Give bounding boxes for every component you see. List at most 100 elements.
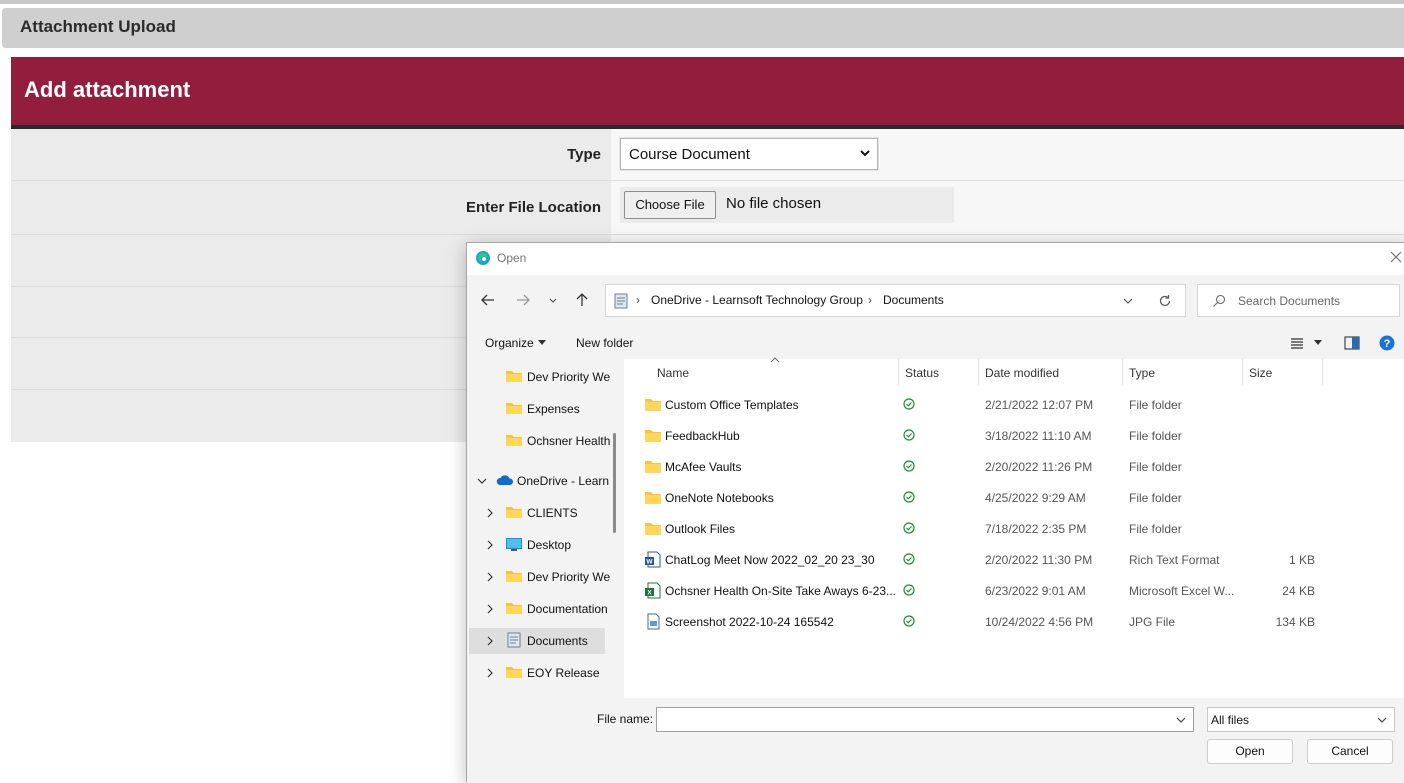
breadcrumb-onedrive[interactable]: OneDrive - Learnsoft Technology Group bbox=[651, 293, 863, 307]
sort-ascending-icon bbox=[770, 357, 780, 363]
nav-item-documentation[interactable]: Documentation bbox=[469, 596, 608, 622]
column-header-date-modified[interactable]: Date modified bbox=[985, 366, 1059, 380]
nav-item-eoy-release[interactable]: EOY Release bbox=[469, 660, 605, 686]
folder-icon bbox=[506, 603, 522, 614]
type-select[interactable]: Course Document bbox=[620, 138, 878, 170]
table-row[interactable]: Outlook Files 7/18/2022 2:35 PM File fol… bbox=[624, 514, 1404, 545]
file-type: File folder bbox=[1129, 460, 1182, 474]
file-name: McAfee Vaults bbox=[665, 460, 742, 474]
file-name: FeedbackHub bbox=[665, 429, 740, 443]
nav-item-onedrive[interactable]: OneDrive - Learn bbox=[469, 468, 609, 494]
nav-item-dev-priority-2[interactable]: Dev Priority We bbox=[469, 564, 610, 590]
caret-down-icon[interactable] bbox=[1314, 340, 1322, 346]
preview-pane-icon[interactable] bbox=[1344, 336, 1360, 350]
folder-icon bbox=[506, 571, 522, 582]
sync-status-icon bbox=[903, 460, 915, 472]
file-size: 134 KB bbox=[1275, 615, 1315, 629]
folder-icon bbox=[506, 371, 522, 382]
close-icon[interactable] bbox=[1389, 250, 1403, 264]
table-row[interactable]: FeedbackHub 3/18/2022 11:10 AM File fold… bbox=[624, 421, 1404, 452]
dialog-footer: File name: All files Open Cancel bbox=[467, 698, 1404, 783]
nav-item-expenses[interactable]: Expenses bbox=[469, 396, 605, 422]
folder-icon bbox=[645, 399, 661, 411]
sync-status-icon bbox=[903, 615, 915, 627]
folder-icon bbox=[645, 492, 661, 504]
folder-icon bbox=[506, 435, 522, 446]
breadcrumb-documents[interactable]: Documents bbox=[883, 293, 944, 307]
table-row[interactable]: W ChatLog Meet Now 2022_02_20 23_30 2/20… bbox=[624, 545, 1404, 576]
onedrive-cloud-icon bbox=[496, 475, 514, 485]
choose-file-button[interactable]: Choose File bbox=[624, 191, 716, 219]
address-bar[interactable]: › OneDrive - Learnsoft Technology Group … bbox=[605, 284, 1186, 317]
column-header-size[interactable]: Size bbox=[1249, 366, 1272, 380]
file-name: Outlook Files bbox=[665, 522, 736, 536]
sync-status-icon bbox=[903, 553, 915, 565]
search-icon bbox=[1213, 294, 1226, 307]
up-arrow-icon[interactable] bbox=[573, 291, 591, 309]
help-icon[interactable]: ? bbox=[1379, 335, 1395, 351]
search-placeholder: Search Documents bbox=[1238, 294, 1341, 308]
recent-locations-chevron-icon[interactable] bbox=[547, 291, 559, 309]
breadcrumb-separator: › bbox=[868, 293, 872, 307]
table-row[interactable]: McAfee Vaults 2/20/2022 11:26 PM File fo… bbox=[624, 452, 1404, 483]
file-location-label: Enter File Location bbox=[465, 199, 601, 216]
chevron-down-icon[interactable] bbox=[1176, 716, 1186, 724]
chevron-right-icon[interactable] bbox=[485, 508, 495, 518]
view-options-icon[interactable] bbox=[1290, 337, 1304, 349]
table-row[interactable]: Custom Office Templates 2/21/2022 12:07 … bbox=[624, 390, 1404, 421]
file-type: JPG File bbox=[1129, 615, 1176, 629]
nav-item-desktop[interactable]: Desktop bbox=[469, 532, 605, 558]
excel-doc-icon: X bbox=[645, 582, 661, 599]
folder-icon bbox=[645, 461, 661, 473]
column-header-status[interactable]: Status bbox=[905, 366, 939, 380]
chevron-down-icon[interactable] bbox=[477, 476, 487, 486]
file-date-modified: 10/24/2022 4:56 PM bbox=[985, 615, 1094, 629]
svg-text:W: W bbox=[646, 559, 653, 566]
svg-text:X: X bbox=[647, 590, 652, 597]
back-arrow-icon[interactable] bbox=[479, 291, 497, 309]
chevron-down-icon[interactable] bbox=[1122, 296, 1134, 306]
cancel-button[interactable]: Cancel bbox=[1307, 739, 1393, 764]
table-row[interactable]: OneNote Notebooks 4/25/2022 9:29 AM File… bbox=[624, 483, 1404, 514]
file-date-modified: 3/18/2022 11:10 AM bbox=[985, 429, 1092, 443]
chevron-right-icon[interactable] bbox=[485, 540, 495, 550]
open-file-dialog: Open › OneDrive - Learnsoft Technology G… bbox=[466, 242, 1404, 783]
chevron-right-icon[interactable] bbox=[485, 636, 495, 646]
word-doc-icon: W bbox=[645, 551, 661, 568]
column-header-type[interactable]: Type bbox=[1129, 366, 1155, 380]
file-name-input[interactable] bbox=[656, 707, 1194, 732]
desktop-icon bbox=[506, 538, 522, 551]
svg-text:?: ? bbox=[1384, 338, 1391, 350]
form-row-file: Enter File Location Choose File No file … bbox=[11, 181, 1404, 235]
nav-item-ochsner-health[interactable]: Ochsner Health bbox=[469, 428, 610, 454]
file-size: 1 KB bbox=[1288, 553, 1315, 567]
image-file-icon bbox=[647, 613, 660, 630]
nav-item-documents[interactable]: Documents bbox=[469, 628, 605, 654]
table-row[interactable]: X Ochsner Health On-Site Take Aways 6-23… bbox=[624, 576, 1404, 607]
file-name: Custom Office Templates bbox=[665, 398, 799, 412]
file-type-filter-value: All files bbox=[1211, 713, 1250, 727]
forward-arrow-icon[interactable] bbox=[514, 291, 532, 309]
pane-splitter[interactable] bbox=[616, 359, 624, 698]
breadcrumb-separator: › bbox=[636, 293, 640, 307]
file-name: Screenshot 2022-10-24 165542 bbox=[665, 615, 834, 629]
table-row[interactable]: Screenshot 2022-10-24 165542 10/24/2022 … bbox=[624, 607, 1404, 638]
folder-icon bbox=[506, 403, 522, 414]
file-size: 24 KB bbox=[1282, 584, 1315, 598]
chevron-right-icon[interactable] bbox=[485, 604, 495, 614]
folder-icon bbox=[645, 430, 661, 442]
file-type-filter[interactable]: All files bbox=[1207, 707, 1395, 732]
nav-item-clients[interactable]: CLIENTS bbox=[469, 500, 605, 526]
file-type: Rich Text Format bbox=[1129, 553, 1220, 567]
new-folder-button[interactable]: New folder bbox=[576, 336, 633, 350]
sync-status-icon bbox=[903, 398, 915, 410]
refresh-icon[interactable] bbox=[1158, 294, 1172, 308]
column-header-name[interactable]: Name bbox=[657, 366, 689, 380]
open-button[interactable]: Open bbox=[1207, 739, 1293, 764]
chevron-right-icon[interactable] bbox=[485, 572, 495, 582]
chevron-right-icon[interactable] bbox=[485, 668, 495, 678]
search-input[interactable]: Search Documents bbox=[1197, 284, 1400, 317]
organize-button[interactable]: Organize bbox=[485, 336, 534, 350]
top-border bbox=[0, 0, 1404, 4]
nav-item-dev-priority[interactable]: Dev Priority We bbox=[469, 364, 610, 390]
